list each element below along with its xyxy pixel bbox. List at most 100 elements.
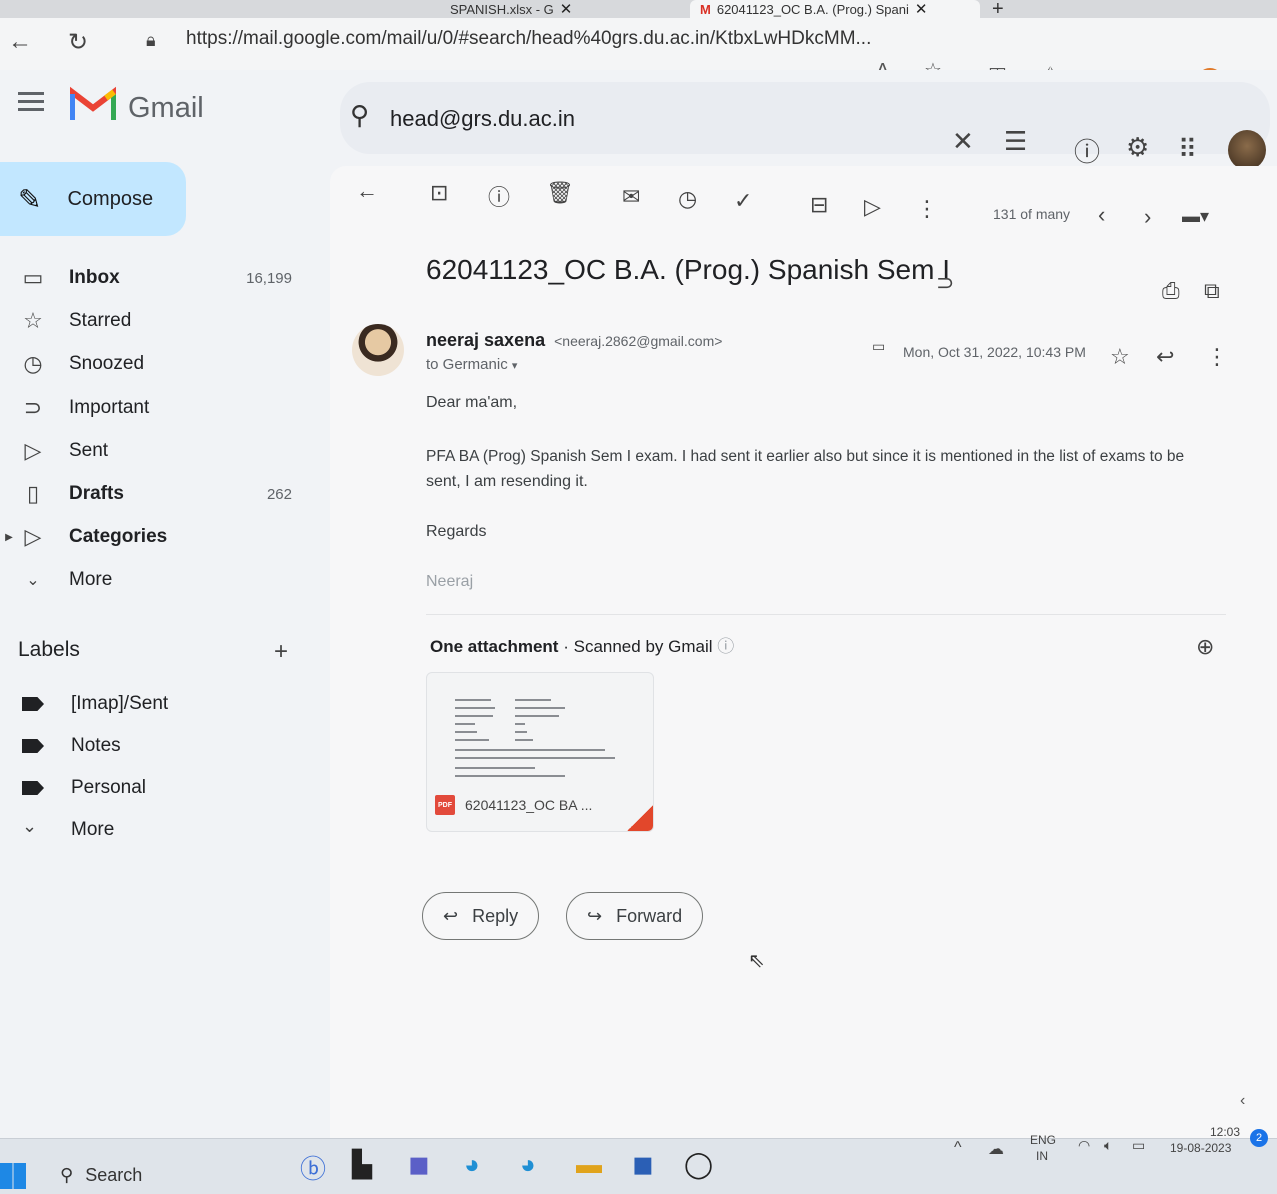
- labels-icon[interactable]: ▷: [864, 194, 881, 220]
- label-item-notes[interactable]: Notes: [0, 726, 300, 766]
- expand-arrow-icon[interactable]: ▶: [4, 532, 14, 543]
- open-new-window-icon[interactable]: ⧉: [1204, 278, 1220, 304]
- windows-start-icon[interactable]: [0, 1163, 26, 1189]
- battery-icon[interactable]: ▭: [1132, 1137, 1145, 1154]
- close-tab-icon[interactable]: ✕: [915, 0, 928, 18]
- label-item-label: More: [71, 819, 115, 840]
- snooze-icon[interactable]: ◷: [678, 186, 697, 212]
- sidebar-item-label: Important: [69, 397, 150, 418]
- taskbar-search-label: Search: [85, 1165, 143, 1185]
- sidebar-item-inbox[interactable]: ▭ Inbox 16,199: [0, 258, 300, 298]
- star-icon: ☆: [23, 308, 43, 333]
- browser-tab-spreadsheet[interactable]: SPANISH.xlsx - G ✕: [380, 0, 680, 18]
- apps-grid-icon[interactable]: ⠿: [1178, 134, 1197, 165]
- lock-icon[interactable]: 🔒︎: [146, 30, 156, 51]
- settings-gear-icon[interactable]: ⚙: [1126, 132, 1149, 163]
- reply-button[interactable]: ↩ Reply: [422, 892, 540, 940]
- sidebar-item-categories[interactable]: ▶ ▷ Categories: [0, 517, 300, 557]
- clear-search-icon[interactable]: ✕: [952, 126, 974, 157]
- edge-browser-active-icon[interactable]: ◕: [520, 1149, 536, 1180]
- sender-line: neeraj saxena <neeraj.2862@gmail.com>: [426, 330, 722, 351]
- archive-icon[interactable]: ⊡: [430, 180, 448, 206]
- wifi-icon[interactable]: ◠: [1078, 1137, 1090, 1154]
- label-item-personal[interactable]: Personal: [0, 768, 300, 808]
- bing-icon[interactable]: ⓑ: [300, 1149, 326, 1186]
- attachment-name-row: PDF 62041123_OC BA ...: [435, 795, 592, 815]
- sidebar-item-snoozed[interactable]: ◷ Snoozed: [0, 344, 300, 384]
- add-to-tasks-icon[interactable]: ✓: [734, 188, 752, 214]
- add-to-drive-icon[interactable]: ⊕: [1196, 634, 1214, 660]
- sidebar-item-drafts[interactable]: ▯ Drafts 262: [0, 474, 300, 514]
- collapse-side-panel-icon[interactable]: ‹: [1240, 1092, 1245, 1110]
- notification-badge[interactable]: 2: [1250, 1129, 1268, 1147]
- sidebar-item-sent[interactable]: ▷ Sent: [0, 431, 300, 471]
- search-input[interactable]: head@grs.du.ac.in: [390, 106, 575, 132]
- dell-icon[interactable]: ◯: [684, 1149, 713, 1180]
- language-top[interactable]: ENG: [1030, 1133, 1056, 1147]
- email-regards: Regards: [426, 523, 487, 540]
- label-item-more[interactable]: ⌄ More: [0, 810, 300, 850]
- email-greeting: Dear ma'am,: [426, 394, 518, 411]
- taskbar-search[interactable]: ⚲ Search: [60, 1165, 142, 1186]
- hidden-icons-chevron-icon[interactable]: ^: [954, 1139, 962, 1157]
- recipient-details-chevron-icon[interactable]: ▾: [512, 360, 518, 372]
- move-to-icon[interactable]: ⊟: [810, 192, 828, 218]
- pencil-icon: ✎: [18, 183, 42, 215]
- delete-icon[interactable]: 🗑︎: [546, 180, 574, 206]
- page-fold-icon: [627, 805, 653, 831]
- label-item-imap-sent[interactable]: [Imap]/Sent: [0, 684, 300, 724]
- pdf-icon: PDF: [435, 795, 455, 815]
- star-email-icon[interactable]: ☆: [1110, 344, 1130, 370]
- message-more-icon[interactable]: ⋮: [1206, 344, 1228, 370]
- sidebar-item-starred[interactable]: ☆ Starred: [0, 301, 300, 341]
- back-to-list-icon[interactable]: ←: [356, 178, 378, 204]
- email-body-line-1: PFA BA (Prog) Spanish Sem I exam. I had …: [426, 448, 1185, 465]
- compose-button[interactable]: ✎ Compose: [0, 162, 186, 236]
- browser-tab-gmail[interactable]: M 62041123_OC B.A. (Prog.) Spani ✕: [690, 0, 980, 18]
- sidebar-item-important[interactable]: ⊃ Important: [0, 388, 300, 428]
- more-options-icon[interactable]: ⋮: [916, 196, 938, 222]
- teams-chat-icon[interactable]: ◼: [408, 1149, 430, 1180]
- main-menu-icon[interactable]: [18, 92, 44, 111]
- reload-icon[interactable]: ↻: [68, 28, 88, 57]
- task-view-icon[interactable]: ▙: [352, 1149, 372, 1180]
- report-spam-icon[interactable]: ⓘ: [488, 180, 510, 212]
- back-arrow-icon[interactable]: ←: [8, 28, 32, 56]
- edge-browser-icon[interactable]: ◕: [464, 1149, 480, 1180]
- account-avatar[interactable]: [1228, 130, 1266, 170]
- older-chevron-icon[interactable]: ›: [1144, 204, 1151, 230]
- close-tab-icon[interactable]: ✕: [560, 0, 573, 18]
- forward-button[interactable]: ↪ Forward: [566, 892, 704, 940]
- volume-icon[interactable]: 🔈︎: [1104, 1137, 1112, 1154]
- compose-label: Compose: [67, 187, 154, 210]
- search-icon[interactable]: ⚲: [350, 100, 369, 131]
- forward-arrow-icon: ↪: [587, 905, 603, 926]
- onedrive-icon[interactable]: ☁: [988, 1139, 1004, 1159]
- reply-label: Reply: [472, 905, 519, 926]
- clock-date[interactable]: 19-08-2023: [1170, 1141, 1231, 1155]
- search-options-icon[interactable]: ☰: [1004, 126, 1027, 157]
- label-icon: ▷: [24, 524, 42, 549]
- recipient-line[interactable]: to Germanic ▾: [426, 356, 517, 373]
- file-explorer-icon[interactable]: ▬: [576, 1149, 602, 1180]
- email-subject: 62041123_OC B.A. (Prog.) Spanish Sem I: [426, 254, 950, 285]
- sidebar-item-more[interactable]: ⌄ More: [0, 560, 300, 600]
- attachment-card[interactable]: PDF 62041123_OC BA ...: [426, 672, 654, 832]
- input-tools-icon[interactable]: ▬▾: [1182, 206, 1209, 227]
- message-counter: 131 of many: [993, 206, 1071, 222]
- sidebar-item-label: Starred: [69, 310, 132, 331]
- info-icon[interactable]: ⓘ: [717, 637, 734, 656]
- print-icon[interactable]: ⎙: [1162, 278, 1180, 304]
- create-label-icon[interactable]: +: [274, 638, 288, 666]
- help-icon[interactable]: ⓘ: [1074, 132, 1100, 169]
- url-field[interactable]: https://mail.google.com/mail/u/0/#search…: [186, 28, 871, 50]
- newer-chevron-icon[interactable]: ‹: [1098, 202, 1105, 228]
- language-bottom[interactable]: IN: [1036, 1149, 1048, 1163]
- new-tab-icon[interactable]: +: [992, 0, 1004, 18]
- important-marker-icon[interactable]: ⊃: [936, 270, 954, 296]
- store-icon[interactable]: ◼: [632, 1149, 654, 1180]
- reply-icon[interactable]: ↩: [1156, 344, 1174, 370]
- clock-time[interactable]: 12:03: [1210, 1125, 1240, 1139]
- mark-unread-icon[interactable]: ✉: [622, 184, 640, 210]
- attachment-indicator-icon: ▭: [872, 338, 886, 354]
